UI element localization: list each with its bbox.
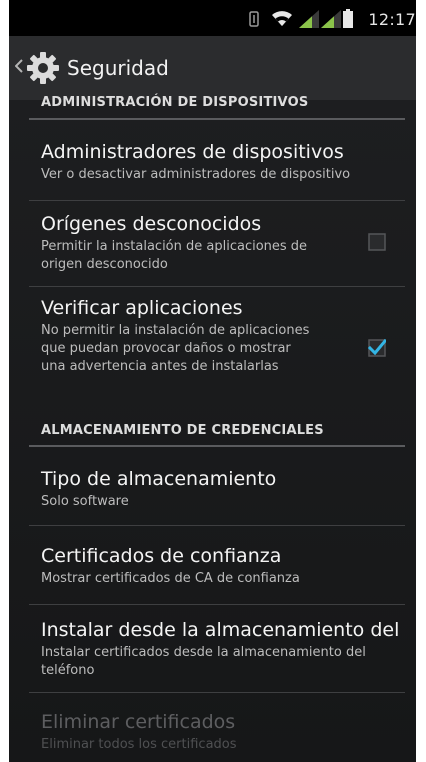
pref-summary: Ver o desactivar administradores de disp…	[41, 167, 351, 182]
pref-trusted-credentials[interactable]: Certificados de confianza Mostrar certif…	[41, 544, 401, 588]
pref-summary: Mostrar certificados de CA de confianza	[41, 571, 300, 586]
row-divider	[29, 604, 405, 605]
vibrate-icon	[249, 11, 259, 31]
pref-summary: Solo software	[41, 494, 129, 509]
pref-clear-credentials: Eliminar certificados Eliminar todos los…	[41, 710, 401, 754]
chevron-left-icon[interactable]	[14, 58, 23, 77]
pref-storage-type[interactable]: Tipo de almacenamiento Solo software	[41, 467, 401, 511]
signal-2-icon	[321, 10, 341, 32]
pref-title: Instalar desde la almacenamiento del	[41, 619, 400, 641]
signal-1-icon	[299, 10, 319, 32]
page-title: Seguridad	[67, 56, 169, 80]
wifi-icon	[271, 10, 293, 31]
pref-title: Certificados de confianza	[41, 545, 282, 567]
row-divider	[29, 525, 405, 526]
row-divider	[29, 286, 405, 287]
pref-install-from-storage[interactable]: Instalar desde la almacenamiento del Ins…	[41, 618, 401, 680]
pref-title: Eliminar certificados	[41, 711, 236, 733]
settings-screen: 12:17 Seguridad ADMINISTRACIÓN DE DISPOS…	[9, 0, 416, 762]
pref-unknown-sources[interactable]: Orígenes desconocidos Permitir la instal…	[41, 212, 341, 274]
battery-icon	[343, 9, 353, 32]
status-bar: 12:17	[9, 0, 416, 36]
pref-device-administrators[interactable]: Administradores de dispositivos Ver o de…	[41, 140, 401, 184]
pref-title: Administradores de dispositivos	[41, 141, 344, 163]
pref-summary: Permitir la instalación de aplicaciones …	[41, 239, 308, 272]
pref-title: Verificar aplicaciones	[41, 297, 243, 319]
section-header-credentials: ALMACENAMIENTO DE CREDENCIALES	[41, 423, 324, 438]
gear-icon[interactable]	[27, 52, 59, 88]
pref-summary: No permitir la instalación de aplicacion…	[41, 323, 310, 374]
pref-title: Orígenes desconocidos	[41, 213, 262, 235]
pref-verify-apps[interactable]: Verificar aplicaciones No permitir la in…	[41, 296, 341, 376]
pref-summary: Eliminar todos los certificados	[41, 737, 237, 752]
row-divider	[29, 200, 405, 201]
pref-title: Tipo de almacenamiento	[41, 468, 277, 490]
verify-apps-checkbox[interactable]	[367, 338, 388, 357]
section-divider	[29, 118, 405, 120]
section-header-device-admin: ADMINISTRACIÓN DE DISPOSITIVOS	[41, 95, 309, 110]
status-time: 12:17	[368, 10, 416, 29]
pref-summary: Instalar certificados desde la almacenam…	[41, 645, 366, 678]
section-divider	[29, 445, 405, 447]
action-bar: Seguridad	[9, 36, 416, 100]
row-divider	[29, 692, 405, 693]
unknown-sources-checkbox[interactable]	[368, 233, 386, 251]
